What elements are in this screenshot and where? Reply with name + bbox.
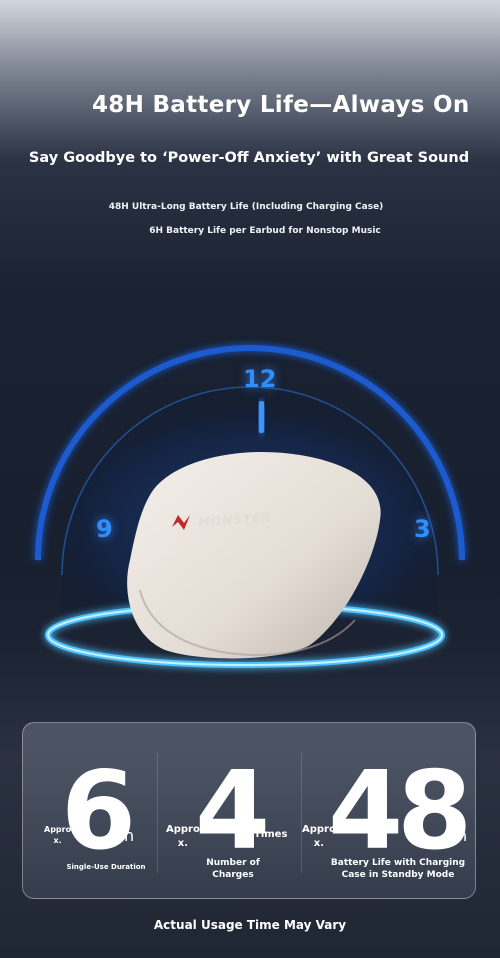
- stat-unit: h: [457, 826, 468, 845]
- clock-number-9: 9: [96, 515, 113, 543]
- clock-number-12: 12: [243, 365, 277, 393]
- stat-caption-charges: Number of Charges: [206, 858, 260, 881]
- clock-dial-graphic: [35, 345, 465, 668]
- stats-divider: [157, 753, 158, 873]
- stats-divider: [301, 753, 302, 873]
- feature-line-earbud: 6H Battery Life per Earbud for Nonstop M…: [149, 226, 381, 236]
- usage-disclaimer: Actual Usage Time May Vary: [153, 918, 347, 932]
- stat-caption-single-use: Single-Use Duration: [66, 863, 146, 871]
- stat-value-single-use: 6: [61, 749, 136, 874]
- page-subtitle: Say Goodbye to ‘Power-Off Anxiety’ with …: [28, 150, 470, 166]
- clock-illustration: 12 9 3 MONSTER: [0, 290, 500, 710]
- stat-unit: Times: [254, 829, 288, 840]
- page-title: 48H Battery Life—Always On: [92, 92, 470, 118]
- stat-caption-total: Battery Life with Charging Case in Stand…: [330, 858, 466, 881]
- stats-panel: Appro x. 6 h Single-Use Duration Appro x…: [22, 722, 476, 899]
- clock-number-3: 3: [414, 515, 431, 543]
- stat-value-charges: 4: [195, 749, 270, 874]
- stat-value-total: 48: [328, 749, 472, 874]
- charging-case-image: [127, 451, 381, 659]
- feature-line-total: 48H Ultra-Long Battery Life (Including C…: [108, 202, 384, 212]
- stat-unit: h: [124, 826, 135, 845]
